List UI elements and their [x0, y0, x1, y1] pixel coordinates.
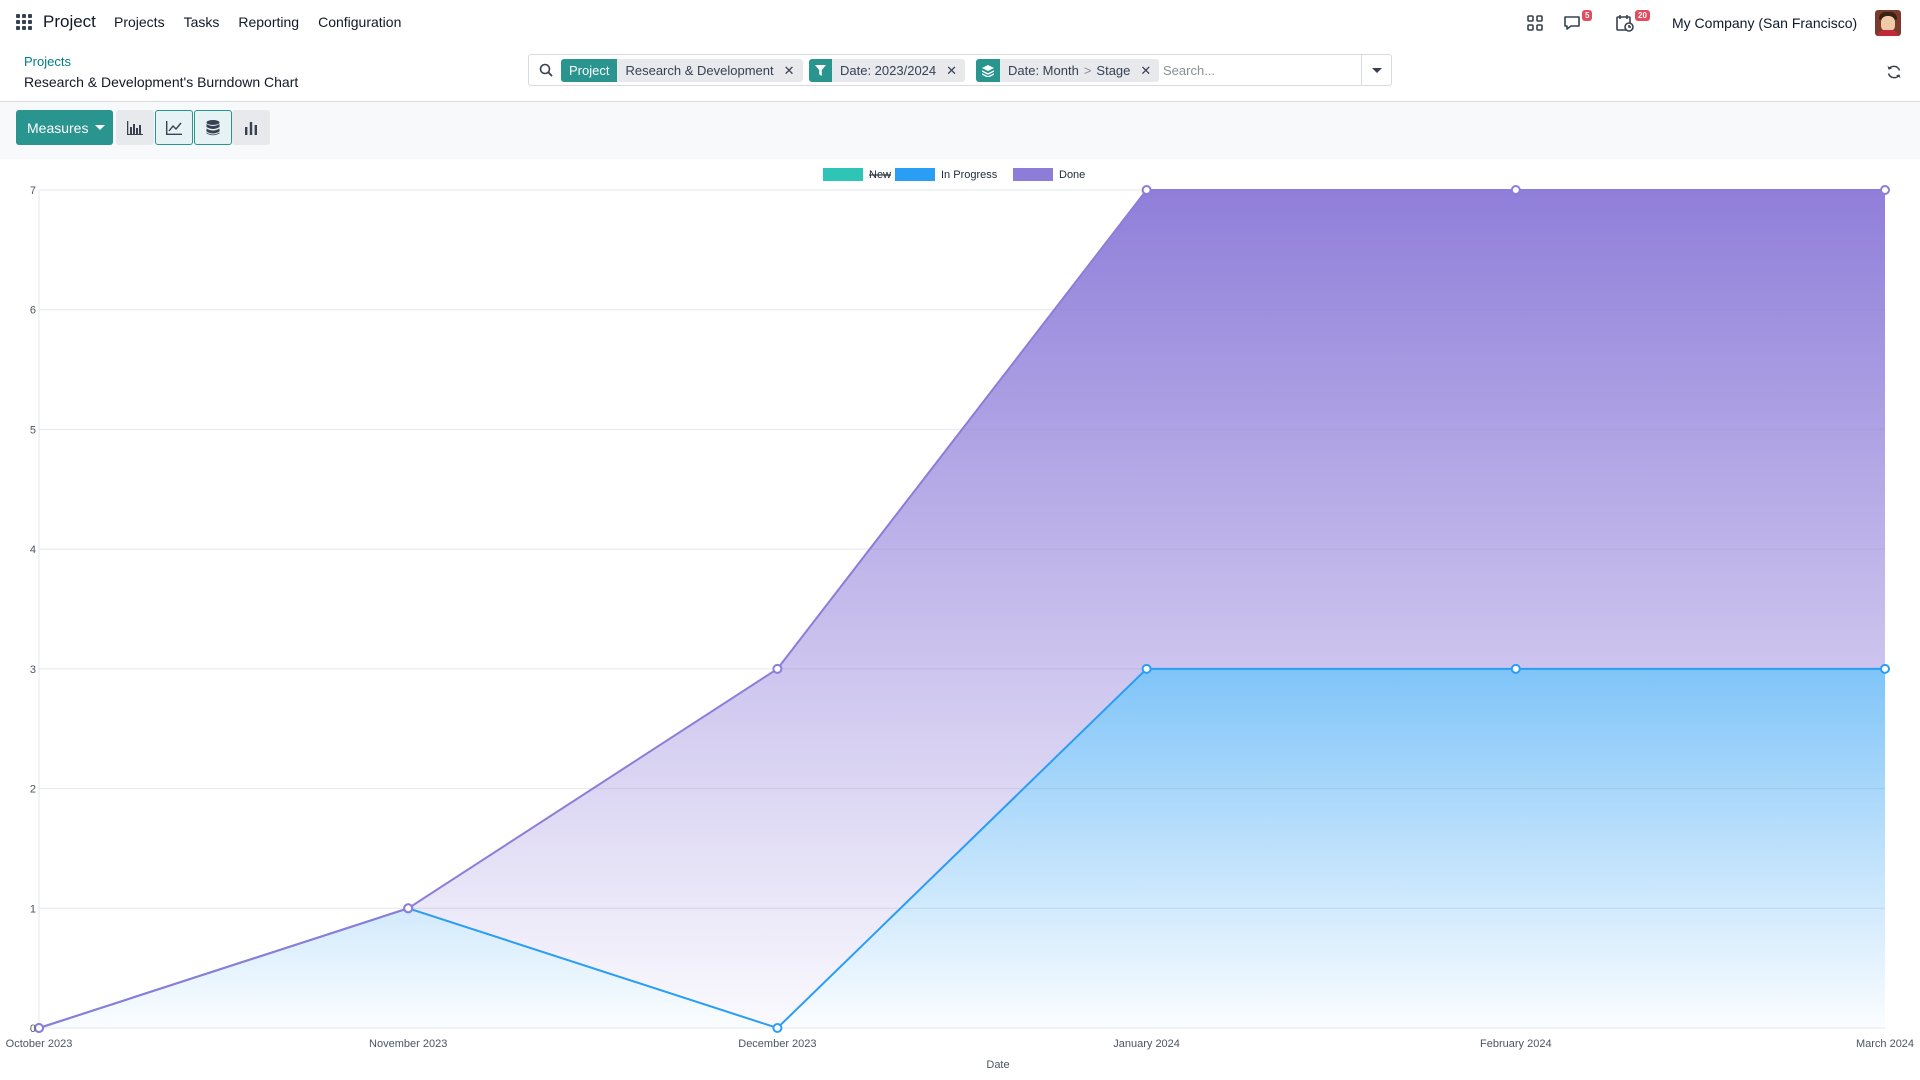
y-tick-label: 6	[30, 305, 36, 317]
breadcrumb-projects[interactable]: Projects	[24, 54, 71, 69]
facet-project-value: Research & Development	[625, 63, 774, 78]
point-in-progress[interactable]	[1141, 663, 1152, 674]
y-tick-label: 7	[30, 185, 36, 197]
legend-item-in-progress[interactable]: In Progress	[895, 168, 998, 181]
search-options-toggle[interactable]	[1361, 55, 1391, 85]
groupby-stage: Stage	[1096, 63, 1131, 78]
app-menu-icon[interactable]	[16, 14, 32, 30]
groupby-separator-icon: >	[1083, 63, 1092, 78]
y-tick-label: 0	[30, 1023, 36, 1035]
search-icon[interactable]	[539, 63, 553, 82]
graph-toolbar: Measures	[0, 102, 1920, 159]
burndown-chart: 0 1 2 3 4 5 6 7 October 2023 November 2023 Decembe…	[6, 168, 1914, 1071]
measures-label: Measures	[27, 119, 89, 136]
top-menu: Projects Tasks Reporting Configuration	[114, 14, 420, 30]
messages-badge: 5	[1582, 10, 1593, 21]
column-chart-icon	[245, 121, 257, 135]
legend-label: In Progress	[941, 169, 998, 181]
app-brand[interactable]: Project	[43, 12, 96, 32]
user-avatar[interactable]	[1875, 10, 1901, 36]
facet-groupby-remove-icon[interactable]: ✕	[1138, 59, 1159, 82]
menu-tasks[interactable]: Tasks	[184, 14, 220, 30]
facet-groupby: Date: Month > Stage ✕	[976, 59, 1160, 82]
point-done[interactable]	[1141, 185, 1152, 195]
line-chart-icon	[166, 120, 182, 135]
company-switcher[interactable]: My Company (San Francisco)	[1672, 15, 1857, 31]
y-tick-label: 4	[30, 544, 36, 556]
groupby-date-month: Date: Month	[1008, 63, 1079, 78]
page-title: Research & Development's Burndown Chart	[24, 74, 299, 90]
legend-item-new[interactable]: New	[823, 168, 891, 181]
filter-icon	[809, 59, 832, 82]
legend-label: New	[869, 169, 891, 181]
point-in-progress[interactable]	[772, 1023, 783, 1033]
facet-groupby-value: Date: Month > Stage	[1000, 59, 1138, 82]
line-chart-button[interactable]	[155, 110, 193, 145]
x-tick-label: October 2023	[6, 1038, 73, 1050]
search-input[interactable]	[1163, 60, 1363, 80]
legend-swatch	[895, 168, 935, 181]
y-tick-label: 1	[30, 903, 36, 915]
x-tick-label: December 2023	[738, 1038, 816, 1050]
activities-badge: 20	[1635, 10, 1650, 21]
database-icon	[206, 119, 220, 135]
point-in-progress[interactable]	[1880, 663, 1890, 674]
facet-project: Project Research & Development ✕	[561, 59, 803, 82]
refresh-icon[interactable]	[1886, 64, 1902, 85]
control-panel: Projects Research & Development's Burndo…	[0, 46, 1920, 102]
menu-configuration[interactable]: Configuration	[318, 14, 401, 30]
bar-chart-icon	[127, 120, 143, 135]
messages-icon[interactable]: 5	[1563, 10, 1593, 37]
caret-down-icon	[95, 125, 106, 130]
layers-icon	[976, 59, 1000, 82]
measures-dropdown[interactable]: Measures	[16, 110, 113, 145]
facet-filter: Date: 2023/2024 ✕	[809, 59, 966, 82]
legend-label: Done	[1059, 169, 1085, 181]
x-tick-label: March 2024	[1856, 1038, 1914, 1050]
point-done[interactable]	[1880, 185, 1890, 195]
legend-swatch	[1013, 168, 1053, 181]
grid-apps-icon[interactable]	[1526, 14, 1544, 37]
chart-legend[interactable]: New In Progress Done	[823, 168, 1085, 181]
main-navbar: Project Projects Tasks Reporting Configu…	[0, 0, 1920, 46]
facet-filter-remove-icon[interactable]: ✕	[944, 59, 965, 82]
point-done[interactable]	[772, 663, 783, 674]
point-in-progress[interactable]	[1510, 663, 1521, 674]
column-chart-button[interactable]	[232, 110, 270, 145]
menu-reporting[interactable]: Reporting	[238, 14, 299, 30]
x-tick-label: January 2024	[1113, 1038, 1180, 1050]
bar-chart-button[interactable]	[116, 110, 154, 145]
y-tick-label: 3	[30, 664, 36, 676]
legend-item-done[interactable]: Done	[1013, 168, 1085, 181]
point-done[interactable]	[34, 1023, 44, 1033]
point-done[interactable]	[403, 903, 414, 914]
x-axis-title: Date	[986, 1059, 1009, 1071]
point-done[interactable]	[1510, 185, 1521, 195]
x-tick-label: November 2023	[369, 1038, 447, 1050]
y-tick-label: 5	[30, 424, 36, 436]
search-bar[interactable]: Project Research & Development ✕ Date: 2…	[528, 54, 1392, 86]
y-tick-label: 2	[30, 784, 36, 796]
chart-areas	[39, 190, 1885, 1028]
menu-projects[interactable]: Projects	[114, 14, 165, 30]
stacked-button[interactable]	[194, 110, 232, 145]
facet-project-remove-icon[interactable]: ✕	[782, 59, 803, 82]
facet-filter-value: Date: 2023/2024	[840, 63, 937, 78]
activities-icon[interactable]: 20	[1615, 10, 1650, 38]
facet-project-label: Project	[561, 59, 618, 82]
legend-swatch	[823, 168, 863, 181]
x-tick-label: February 2024	[1480, 1038, 1552, 1050]
